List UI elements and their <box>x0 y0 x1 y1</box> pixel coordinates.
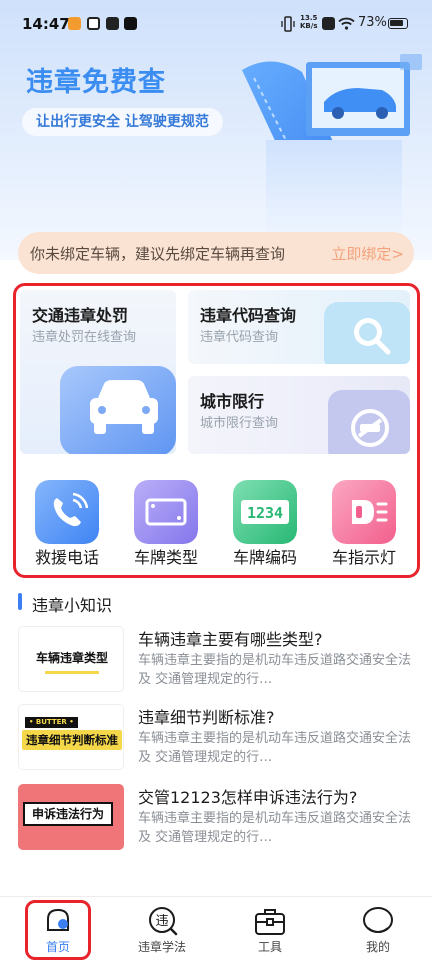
tab-bar-divider <box>0 896 432 897</box>
thumbnail-text: 违章细节判断标准 <box>22 730 122 750</box>
section-accent-bar <box>18 593 22 610</box>
app-notification-icon <box>68 17 81 30</box>
status-bar: 14:47 13.5 KB/s 73% <box>0 0 432 50</box>
sim-off-icon <box>322 17 335 30</box>
article-title: 车辆违章主要有哪些类型? <box>138 630 323 649</box>
highlight-frame-services <box>13 283 420 578</box>
highlight-frame-home-tab <box>25 900 91 960</box>
sync-notification-icon <box>87 17 100 30</box>
wifi-icon <box>338 17 355 30</box>
hero-illustration <box>242 54 422 232</box>
article-description: 车辆违章主要指的是机动车违反道路交通安全法及 交通管理规定的行… <box>138 811 412 845</box>
article-item[interactable]: 申诉违法行为 交管12123怎样申诉违法行为? 车辆违章主要指的是机动车违反道路… <box>18 784 414 854</box>
battery-icon <box>388 18 408 29</box>
tab-label: 工具 <box>257 940 282 954</box>
tab-tools[interactable]: 工具 <box>216 900 324 960</box>
violation-study-icon: 违 <box>149 907 178 936</box>
thumbnail-text: 申诉违法行为 <box>23 802 113 826</box>
article-title: 违章细节判断标准? <box>138 708 275 727</box>
bind-vehicle-text: 你未绑定车辆，建议先绑定车辆再查询 <box>30 245 286 263</box>
section-title: 违章小知识 <box>32 596 113 615</box>
article-title: 交管12123怎样申诉违法行为? <box>138 788 358 807</box>
tab-violation-study[interactable]: 违 违章学法 <box>108 900 216 960</box>
violation-badge-text: 违 <box>155 914 168 929</box>
bind-now-link[interactable]: 立即绑定> <box>331 243 404 264</box>
hero-title: 违章免费查 <box>26 67 166 98</box>
network-speed-unit: KB/s <box>300 22 318 30</box>
hero-slogan: 让出行更安全 让驾驶更规范 <box>22 108 223 136</box>
article-item[interactable]: 车辆违章类型 车辆违章主要有哪些类型? 车辆违章主要指的是机动车违反道路交通安全… <box>18 626 414 696</box>
thumbnail-tag: • BUTTER • <box>25 717 78 728</box>
article-description: 车辆违章主要指的是机动车违反道路交通安全法及 交通管理规定的行… <box>138 731 412 765</box>
tab-label: 我的 <box>365 940 390 954</box>
network-speed-value: 13.5 <box>300 14 318 22</box>
bind-vehicle-banner[interactable]: 你未绑定车辆，建议先绑定车辆再查询 立即绑定> <box>18 232 414 274</box>
thumbnail-underline <box>45 671 99 674</box>
tiktok-notification-icon <box>124 17 137 30</box>
play-notification-icon <box>106 17 119 30</box>
article-description: 车辆违章主要指的是机动车违反道路交通安全法及 交通管理规定的行… <box>138 653 412 687</box>
article-thumbnail: 车辆违章类型 <box>18 626 124 692</box>
thumbnail-text: 车辆违章类型 <box>35 651 108 665</box>
toolbox-icon <box>255 909 285 935</box>
article-thumbnail: 申诉违法行为 <box>18 784 124 850</box>
tab-profile[interactable]: 我的 <box>324 900 432 960</box>
profile-icon <box>363 907 393 933</box>
battery-percentage: 73% <box>358 15 387 30</box>
tab-label: 违章学法 <box>137 940 186 954</box>
vibrate-icon <box>281 16 295 32</box>
status-time: 14:47 <box>22 15 70 33</box>
article-thumbnail: • BUTTER • 违章细节判断标准 <box>18 704 124 770</box>
article-item[interactable]: • BUTTER • 违章细节判断标准 违章细节判断标准? 车辆违章主要指的是机… <box>18 704 414 774</box>
network-speed: 13.5 KB/s <box>300 14 317 30</box>
